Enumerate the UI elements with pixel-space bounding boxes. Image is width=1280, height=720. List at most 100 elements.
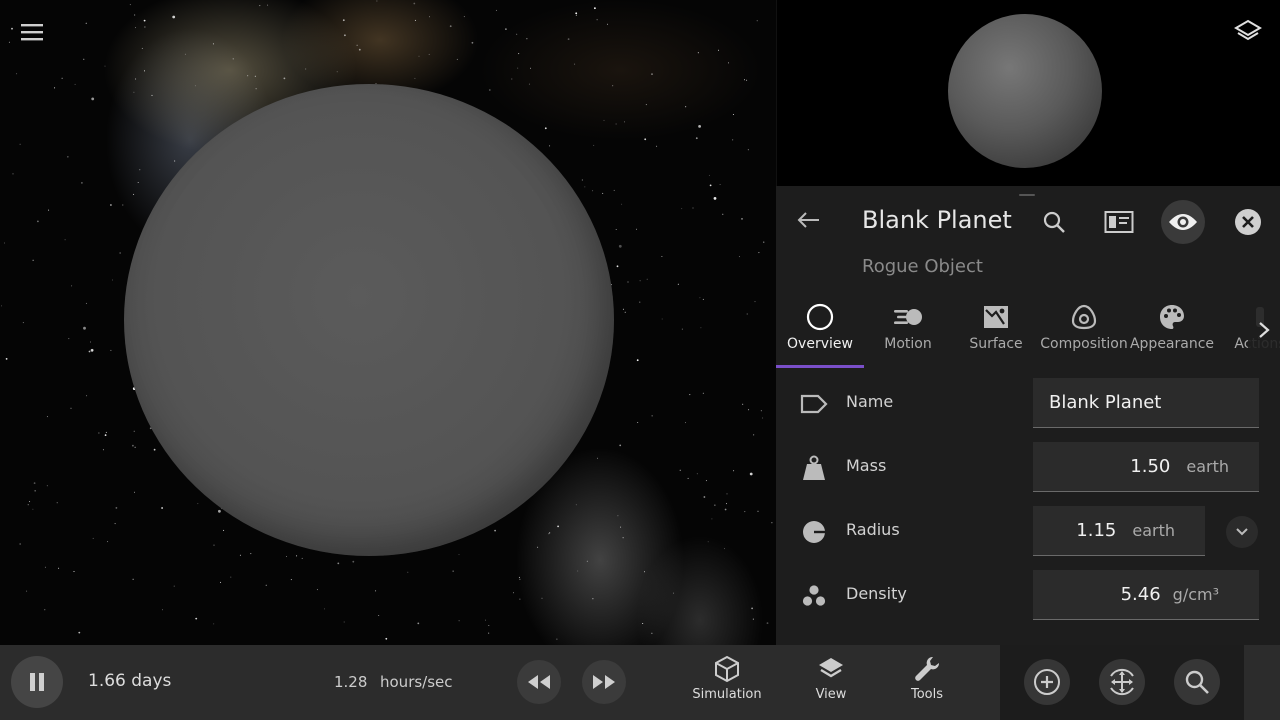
mass-input[interactable]: 1.50 earth	[1033, 442, 1259, 492]
star	[656, 145, 658, 147]
star	[161, 507, 164, 509]
nav-simulation[interactable]: Simulation	[691, 655, 763, 713]
star	[449, 25, 452, 28]
star	[385, 637, 388, 640]
star	[197, 503, 199, 505]
star	[305, 68, 307, 70]
star	[544, 127, 547, 130]
star	[592, 190, 594, 192]
tabs-scroll-right-button[interactable]	[1248, 292, 1280, 368]
star	[747, 149, 749, 151]
tab-motion[interactable]: Motion	[864, 292, 952, 368]
nav-label: Tools	[910, 687, 944, 702]
quick-tools	[1000, 645, 1244, 720]
details-button[interactable]	[1097, 200, 1141, 244]
nav-tools[interactable]: Tools	[891, 655, 963, 713]
star	[577, 570, 579, 572]
star	[343, 621, 345, 623]
star	[254, 75, 256, 77]
star	[644, 138, 647, 141]
star	[19, 143, 21, 145]
add-object-button[interactable]	[1024, 659, 1070, 705]
radius-value: 1.15	[1076, 520, 1117, 541]
layers-button[interactable]	[1230, 14, 1266, 50]
radius-input[interactable]: 1.15 earth	[1033, 506, 1205, 556]
star	[530, 67, 531, 69]
pause-button[interactable]	[11, 656, 63, 708]
star	[223, 529, 225, 531]
star	[135, 78, 137, 80]
star	[621, 203, 623, 205]
star	[753, 434, 755, 436]
star	[239, 554, 241, 556]
property-row-radius: Radius 1.15 earth	[776, 506, 1280, 558]
star	[636, 228, 637, 230]
property-label: Density	[846, 584, 907, 603]
star	[749, 472, 753, 476]
star	[661, 318, 663, 320]
nav-label: View	[815, 687, 847, 702]
time-rate-unit[interactable]: hours/sec	[380, 673, 453, 691]
star	[74, 83, 76, 85]
star	[607, 23, 608, 25]
nav-view[interactable]: View	[795, 655, 867, 713]
star	[247, 75, 249, 77]
star	[137, 182, 139, 183]
star	[548, 533, 550, 535]
star	[699, 297, 701, 299]
close-circle-icon	[1235, 209, 1261, 235]
back-button[interactable]	[792, 204, 824, 236]
star	[685, 106, 687, 108]
orbit-camera-button[interactable]	[1099, 659, 1145, 705]
tab-bar: Overview Motion Surface Composition Appe…	[776, 292, 1280, 368]
search-objects-button[interactable]	[1174, 659, 1220, 705]
focus-view-button[interactable]	[1161, 200, 1205, 244]
planet-render[interactable]	[124, 84, 614, 556]
star	[11, 27, 13, 30]
star	[463, 16, 465, 18]
star	[378, 615, 380, 616]
density-input[interactable]: 5.46 g/cm³	[1033, 570, 1259, 620]
star	[110, 204, 112, 206]
composition-icon	[1071, 304, 1097, 330]
star	[26, 590, 28, 592]
tab-appearance[interactable]: Appearance	[1128, 292, 1216, 368]
star	[144, 70, 145, 72]
density-unit: g/cm³	[1172, 585, 1219, 604]
star	[673, 592, 674, 594]
star	[613, 189, 615, 191]
search-button[interactable]	[1032, 200, 1076, 244]
star	[679, 469, 681, 471]
tab-composition[interactable]: Composition	[1040, 292, 1128, 368]
star	[342, 19, 345, 22]
space-viewport[interactable]	[0, 0, 776, 645]
star	[104, 65, 106, 67]
radius-unit-dropdown[interactable]	[1226, 516, 1258, 548]
star	[134, 491, 135, 493]
star	[702, 392, 704, 394]
star	[78, 631, 81, 634]
star	[58, 567, 60, 569]
star	[724, 508, 727, 511]
star	[54, 87, 56, 89]
star	[754, 301, 756, 303]
menu-button[interactable]	[14, 14, 50, 50]
name-input[interactable]: Blank Planet	[1033, 378, 1259, 428]
star	[661, 256, 663, 257]
star	[316, 589, 318, 591]
star	[73, 571, 75, 572]
star	[290, 579, 292, 581]
tab-label: Overview	[787, 336, 853, 352]
star	[37, 220, 39, 223]
star	[414, 19, 416, 21]
close-button[interactable]	[1226, 200, 1270, 244]
tab-overview[interactable]: Overview	[776, 292, 864, 368]
density-icon	[802, 585, 826, 606]
hamburger-icon	[21, 24, 43, 41]
time-rate-value[interactable]: 1.28	[334, 673, 367, 691]
fast-forward-button[interactable]	[582, 660, 626, 704]
drag-handle[interactable]	[1019, 194, 1035, 196]
rewind-button[interactable]	[517, 660, 561, 704]
tab-surface[interactable]: Surface	[952, 292, 1040, 368]
star	[692, 207, 694, 209]
